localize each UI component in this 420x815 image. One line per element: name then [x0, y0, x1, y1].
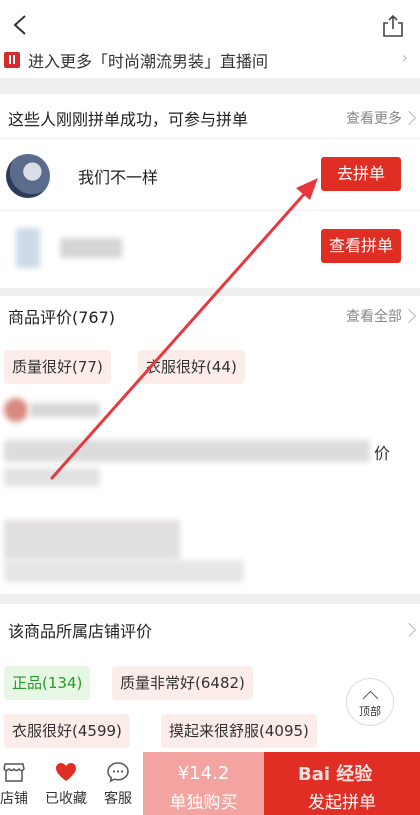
group-buy-more-link[interactable]: 查看更多 [346, 108, 402, 128]
store-button[interactable]: 店铺 [0, 760, 36, 808]
blurred-review-text [4, 440, 370, 462]
group-member-name: 我们不一样 [78, 168, 159, 187]
reviews-title: 商品评价(767) [8, 308, 116, 327]
customer-service-button[interactable]: 客服 [96, 760, 140, 808]
blurred-reviewer-name [30, 403, 100, 417]
store-review-tag[interactable]: 质量非常好(6482) [112, 666, 253, 700]
live-icon [4, 52, 20, 68]
chevron-right-icon [401, 308, 417, 324]
store-review-tag[interactable]: 摸起来很舒服(4095) [161, 714, 317, 748]
blurred-review-text [4, 560, 244, 582]
blurred-reviewer-row [4, 520, 180, 560]
back-to-top-label: 顶部 [359, 705, 381, 718]
favorite-button[interactable]: 已收藏 [42, 760, 90, 808]
store-reviews-title: 该商品所属店铺评价 [8, 622, 153, 641]
review-trailing-char: 价 [374, 444, 391, 463]
join-group-button[interactable]: 去拼单 [321, 157, 401, 191]
avatar [6, 154, 50, 198]
blurred-avatar [4, 398, 28, 422]
divider [0, 210, 420, 211]
chat-icon [107, 762, 129, 783]
buy-alone-price: ¥14.2 [177, 762, 230, 784]
baidu-jingyan-watermark: Bai 经验 [298, 764, 373, 785]
view-group-button[interactable]: 查看拼单 [321, 229, 401, 263]
blurred-name [60, 238, 122, 258]
buy-alone-label: 单独购买 [169, 792, 238, 813]
buy-alone-button[interactable]: ¥14.2 单独购买 [143, 752, 264, 815]
store-icon [3, 763, 25, 782]
divider [0, 138, 420, 139]
chevron-right-icon: › [401, 50, 408, 67]
chevron-right-icon [401, 622, 417, 638]
chevron-left-icon[interactable] [10, 14, 32, 36]
live-room-banner[interactable]: 进入更多「时尚潮流男装」直播间 › [0, 50, 420, 78]
store-review-tag[interactable]: 正品(134) [4, 666, 91, 700]
review-tag[interactable]: 质量很好(77) [4, 350, 111, 384]
store-label: 店铺 [0, 791, 28, 807]
start-group-label: 发起拼单 [308, 792, 376, 813]
chevron-right-icon [401, 110, 417, 126]
blurred-avatar [16, 228, 40, 268]
heart-icon [56, 763, 76, 781]
back-to-top-button[interactable]: 顶部 [346, 678, 394, 726]
group-buy-title: 这些人刚刚拼单成功，可参与拼单 [8, 110, 249, 129]
share-icon[interactable] [382, 14, 404, 38]
customer-service-label: 客服 [104, 791, 132, 807]
store-review-tag[interactable]: 衣服很好(4599) [4, 714, 130, 748]
blurred-review-text [4, 468, 100, 486]
review-tag[interactable]: 衣服很好(44) [138, 350, 245, 384]
favorite-label: 已收藏 [45, 791, 87, 807]
banner-text: 进入更多「时尚潮流男装」直播间 [28, 52, 269, 71]
reviews-more-link[interactable]: 查看全部 [346, 306, 402, 326]
top-bar [0, 0, 420, 50]
